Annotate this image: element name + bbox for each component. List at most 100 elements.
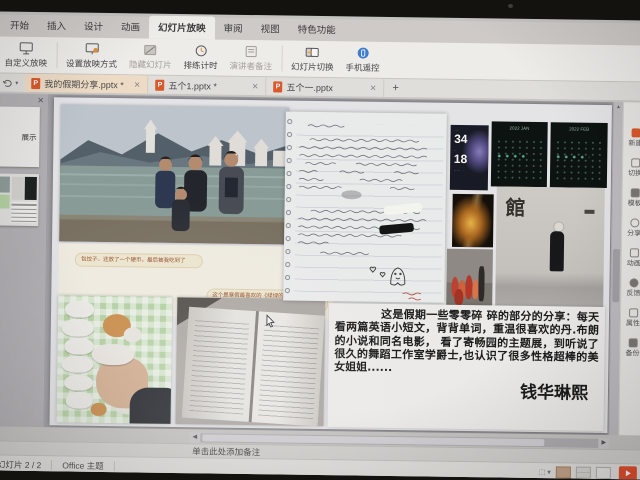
tab-animation[interactable]: 动画 [112, 15, 149, 39]
speech-bubble-dumpling: 包饺子，还放了一个硬币，最后被我吃到了 [75, 252, 203, 269]
author-signature: 钱华琳熙 [334, 375, 599, 404]
dance-studio-group-photo [446, 248, 493, 310]
reading-view-button[interactable] [596, 466, 611, 478]
pen-tool-icon[interactable]: ⬚ ▾ [539, 468, 551, 476]
weather-low: 18 [450, 152, 488, 165]
tab-special-features[interactable]: 特色功能 [288, 18, 344, 42]
slide-indicator: 幻灯片 2 / 2 [0, 458, 41, 471]
tab-insert[interactable]: 插入 [38, 14, 75, 38]
cartoon-decoration [91, 402, 107, 416]
sidebar-item-new[interactable]: 新建 [628, 128, 640, 148]
sidebar-item-feedback[interactable]: 反馈 [626, 278, 640, 298]
doc-tab-label: 五个一.pptx [286, 80, 333, 94]
presenter-notes-button[interactable]: 演讲者备注 [223, 40, 278, 77]
sidebar-item-animation[interactable]: 动画 [627, 248, 640, 268]
app-window: 开始 插入 设计 动画 幻灯片放映 审阅 视图 特色功能 自定义放映 设置放映方… [0, 11, 640, 479]
handwriting-scribbles [283, 112, 447, 303]
presentation-file-icon: P [31, 77, 40, 88]
custom-slideshow-button[interactable]: 自定义放映 [0, 36, 53, 73]
thumb-photo-block [0, 176, 10, 192]
phone-remote-button[interactable]: 手机遥控 [339, 41, 386, 78]
feedback-icon [629, 278, 638, 287]
slide-thumbnail-1[interactable]: 展示 [0, 106, 40, 167]
new-document-tab-button[interactable]: + [384, 82, 407, 94]
quick-access: ▾ [0, 73, 24, 91]
calendar-screenshot-jan: 2022 JAN [491, 121, 548, 187]
normal-view-button[interactable] [556, 466, 571, 478]
sidebar-item-backup[interactable]: 备份 [625, 338, 639, 358]
play-slideshow-button[interactable] [619, 466, 637, 480]
scroll-up-arrow[interactable]: ▲ [614, 102, 623, 112]
sidebar-label: 分享 [627, 228, 640, 238]
ribbon-divider [56, 42, 57, 68]
sidebar-item-properties[interactable]: 属性 [626, 308, 640, 328]
family-photo[interactable] [59, 104, 290, 245]
transition-icon [305, 45, 320, 58]
slide-thumbnail-2[interactable] [0, 173, 39, 226]
status-divider [51, 460, 52, 470]
share-text-box[interactable]: 这是假期一些零零碎 碎的部分的分享：每天看两篇英语小短文，背背单词，重温很喜欢的… [327, 303, 605, 431]
mouse-cursor [266, 314, 275, 327]
sidebar-item-template[interactable]: 模板 [628, 188, 640, 208]
hide-slide-button[interactable]: 隐藏幻灯片 [123, 38, 178, 75]
panel-close-icon[interactable]: ✕ [37, 96, 44, 105]
undo-icon[interactable] [2, 78, 12, 87]
slide-transition-button[interactable]: 幻灯片切换 [285, 40, 340, 77]
undo-dropdown-caret[interactable]: ▾ [15, 79, 18, 86]
weather-high: 34 [450, 132, 488, 145]
button-label: 手机遥控 [346, 61, 380, 73]
right-sidebar: 新建 切换 模板 分享 动画 反馈 属性 备份 [618, 102, 640, 435]
sidebar-label: 备份 [625, 348, 639, 358]
cartoon-decoration [124, 327, 143, 342]
animation-icon [629, 248, 638, 257]
sidebar-item-share[interactable]: 分享 [627, 218, 640, 238]
scroll-left-arrow[interactable]: ◀ [189, 432, 200, 443]
visitor-silhouette [550, 231, 565, 271]
vertical-scroll-thumb[interactable] [612, 249, 620, 302]
rehearse-timing-button[interactable]: 排练计时 [177, 39, 224, 76]
close-tab-icon[interactable]: ✕ [364, 83, 377, 92]
new-icon [631, 128, 640, 137]
slide-sorter-view-button[interactable] [576, 466, 591, 478]
weather-footer: ····· · [450, 167, 488, 173]
calendar-grid [495, 138, 542, 180]
thumb-dark-block [25, 177, 37, 200]
slide-thumbnail-panel: ✕ 展示 [0, 93, 49, 427]
scroll-right-arrow[interactable]: ▶ [598, 438, 609, 449]
calendar-highlight-row [555, 156, 589, 159]
slide-2[interactable]: 包饺子，还放了一个硬币，最后被我吃到了 这个是寒假最喜欢的《绿绿的细节》真的很好… [49, 97, 612, 433]
slide-canvas[interactable]: 包饺子，还放了一个硬币，最后被我吃到了 这个是寒假最喜欢的《绿绿的细节》真的很好… [44, 94, 614, 435]
museum-sign-character: 館 [505, 191, 525, 220]
doc-tab-holiday-share[interactable]: P 我的假期分享.pptx * ✕ [24, 74, 148, 94]
open-book-photo[interactable] [176, 297, 326, 425]
sidebar-label: 模板 [628, 198, 640, 208]
right-collage[interactable]: ···· 34 ·· 18 ····· · 2022 JAN 2022 FEB [446, 113, 608, 312]
calendar-title: 2022 FEB [550, 126, 607, 132]
setup-slideshow-button[interactable]: 设置放映方式 [60, 37, 124, 74]
open-book [182, 307, 325, 426]
tab-view[interactable]: 视图 [251, 17, 288, 41]
notes-icon [243, 44, 258, 57]
tab-review[interactable]: 审阅 [214, 17, 251, 41]
button-label: 自定义放映 [4, 56, 47, 69]
presentation-file-icon: P [155, 79, 164, 90]
button-label: 隐藏幻灯片 [129, 58, 172, 71]
tab-home[interactable]: 开始 [1, 14, 38, 38]
monitor-gear-icon [84, 42, 99, 55]
handwritten-notebook-photo[interactable] [283, 112, 447, 303]
sidebar-item-switch[interactable]: 切换 [628, 158, 640, 178]
button-label: 演讲者备注 [229, 59, 272, 72]
doc-tab-five-1[interactable]: P 五个1.pptx * ✕ [148, 76, 266, 96]
tab-design[interactable]: 设计 [75, 15, 112, 39]
dumpling-photo[interactable] [56, 296, 172, 424]
sleeve [129, 388, 172, 424]
backup-icon [628, 338, 637, 347]
thumbnail-title: 展示 [21, 131, 36, 142]
status-divider [114, 461, 115, 471]
doc-tab-five-yi[interactable]: P 五个一.pptx ✕ [266, 77, 384, 97]
close-tab-icon[interactable]: ✕ [246, 81, 259, 90]
sidebar-label: 新建 [628, 138, 640, 148]
close-tab-icon[interactable]: ✕ [128, 80, 141, 89]
tab-slideshow[interactable]: 幻灯片放映 [149, 16, 215, 40]
ribbon-divider [281, 45, 282, 71]
